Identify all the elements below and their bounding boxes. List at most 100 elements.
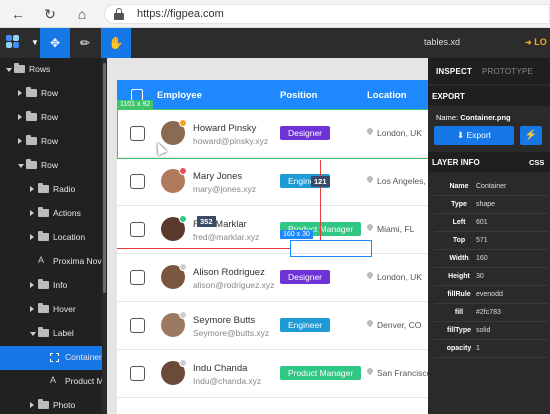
caret-down-icon[interactable] bbox=[30, 332, 36, 336]
layer-item-label[interactable]: Label bbox=[0, 322, 104, 346]
caret-right-icon[interactable] bbox=[18, 90, 22, 96]
property-value[interactable]: 571 bbox=[476, 237, 488, 244]
caret-down-icon[interactable] bbox=[6, 68, 12, 72]
property-row: Name Container bbox=[434, 178, 548, 196]
property-row: Type shape bbox=[434, 196, 548, 214]
location-pin-icon bbox=[367, 320, 373, 328]
employee-location: Los Angeles, CA bbox=[377, 176, 428, 186]
table-row[interactable]: Indu Chanda Indu@chanda.xyz Product Manage… bbox=[117, 350, 428, 398]
arrow-left-icon[interactable]: ← bbox=[8, 4, 28, 24]
position-badge: Product Manager bbox=[280, 366, 362, 380]
avatar bbox=[161, 167, 187, 193]
employee-email: alison@rodriguez.xyz bbox=[193, 280, 275, 290]
hand-tool-icon[interactable]: ✋ bbox=[101, 28, 131, 58]
home-icon[interactable]: ⌂ bbox=[72, 4, 92, 24]
layers-scrollbar[interactable] bbox=[103, 63, 106, 293]
table-row[interactable]: Fred Marklar fred@marklar.xyz Product Mana… bbox=[117, 206, 428, 254]
app-logo-icon[interactable] bbox=[6, 35, 20, 51]
property-value[interactable]: evenodd bbox=[476, 291, 503, 298]
layer-item-info[interactable]: Info bbox=[0, 274, 104, 298]
inspect-tool-icon[interactable]: ✥ bbox=[40, 28, 70, 58]
layer-label: Location bbox=[53, 232, 86, 242]
property-row: fillType solid bbox=[434, 322, 548, 340]
table-row[interactable]: Seymore Butts Seymore@butts.xyz Engineer De… bbox=[117, 302, 428, 350]
row-checkbox[interactable] bbox=[130, 174, 145, 189]
avatar bbox=[161, 359, 187, 385]
folder-icon bbox=[26, 159, 37, 169]
employee-name: Seymore Butts bbox=[193, 315, 256, 326]
row-checkbox[interactable] bbox=[130, 318, 145, 333]
container-size-label: 160 x 30 bbox=[280, 230, 313, 239]
row-checkbox[interactable] bbox=[130, 222, 145, 237]
caret-right-icon[interactable] bbox=[30, 402, 34, 408]
layer-label: Hover bbox=[53, 304, 76, 314]
layer-item-row[interactable]: Row bbox=[0, 82, 104, 106]
status-dot bbox=[179, 311, 187, 319]
caret-right-icon[interactable] bbox=[30, 282, 34, 288]
quick-export-button[interactable]: ⚡ bbox=[520, 126, 542, 145]
folder-icon bbox=[38, 207, 49, 217]
caret-down-icon[interactable] bbox=[18, 164, 24, 168]
login-button[interactable]: ➜ LO bbox=[525, 37, 547, 47]
layer-item-radio[interactable]: Radio bbox=[0, 178, 104, 202]
caret-right-icon[interactable] bbox=[30, 234, 34, 240]
layer-item-row[interactable]: Row bbox=[0, 106, 104, 130]
property-value[interactable]: Container bbox=[476, 183, 506, 190]
property-value[interactable]: solid bbox=[476, 327, 490, 334]
caret-right-icon[interactable] bbox=[18, 138, 22, 144]
property-key: Height bbox=[448, 273, 470, 280]
folder-icon bbox=[38, 183, 49, 193]
layer-item-location[interactable]: Location bbox=[0, 226, 104, 250]
header-location: Location bbox=[367, 90, 407, 101]
caret-right-icon[interactable] bbox=[30, 306, 34, 312]
eyedropper-icon[interactable]: ✏ bbox=[70, 28, 100, 58]
property-value[interactable]: 160 bbox=[476, 255, 488, 262]
layer-label: Radio bbox=[53, 184, 76, 194]
layer-item-rows[interactable]: Rows bbox=[0, 58, 104, 82]
property-value[interactable]: shape bbox=[476, 201, 495, 208]
layer-item-container[interactable]: Container bbox=[0, 346, 104, 370]
property-value[interactable]: 30 bbox=[476, 273, 484, 280]
employee-email: Indu@chanda.xyz bbox=[193, 376, 262, 386]
caret-right-icon[interactable] bbox=[18, 114, 22, 120]
table-row[interactable]: Mary Jones mary@jones.xyz Engineer Los Ange… bbox=[117, 158, 428, 206]
layer-item-row[interactable]: Row bbox=[0, 130, 104, 154]
lock-icon bbox=[114, 8, 124, 20]
property-row: Top 571 bbox=[434, 232, 548, 250]
inspect-panel: INSPECT PROTOTYPE EXPORT Name: Container… bbox=[428, 58, 550, 414]
row-checkbox[interactable] bbox=[130, 366, 145, 381]
property-value[interactable]: 601 bbox=[476, 219, 488, 226]
refresh-icon[interactable]: ↻ bbox=[40, 4, 60, 24]
layer-item-actions[interactable]: Actions bbox=[0, 202, 104, 226]
property-key: fillType bbox=[447, 327, 471, 334]
url-text: https://figpea.com bbox=[137, 8, 224, 20]
folder-icon bbox=[14, 63, 25, 73]
property-row: Width 160 bbox=[434, 250, 548, 268]
position-badge: Designer bbox=[280, 270, 331, 284]
position-badge: Engineer bbox=[280, 318, 331, 332]
layer-label: Container bbox=[65, 352, 102, 362]
text-layer-icon: A bbox=[38, 255, 45, 265]
property-value[interactable]: #2fc783 bbox=[476, 309, 501, 316]
css-toggle[interactable]: CSS bbox=[529, 158, 544, 167]
row-checkbox[interactable] bbox=[130, 270, 145, 285]
address-bar[interactable]: https://figpea.com bbox=[104, 4, 550, 24]
tab-inspect[interactable]: INSPECT bbox=[436, 67, 472, 76]
design-canvas[interactable]: Employee Position Location Howard Pinsky… bbox=[107, 58, 428, 414]
rectangle-icon bbox=[50, 353, 59, 362]
layer-item-proxima-nova[interactable]: A Proxima Nova bbox=[0, 250, 104, 274]
layer-item-product-manager[interactable]: A Product Manager bbox=[0, 370, 104, 394]
layer-item-photo[interactable]: Photo bbox=[0, 394, 104, 414]
caret-right-icon[interactable] bbox=[30, 210, 34, 216]
tab-prototype[interactable]: PROTOTYPE bbox=[482, 67, 533, 76]
location-pin-icon bbox=[367, 176, 373, 184]
employee-name: Mary Jones bbox=[193, 171, 243, 182]
layer-item-row[interactable]: Row bbox=[0, 154, 104, 178]
table-row[interactable]: Alison Rodriguez alison@rodriguez.xyz Desi… bbox=[117, 254, 428, 302]
location-pin-icon bbox=[367, 272, 373, 280]
layer-item-hover[interactable]: Hover bbox=[0, 298, 104, 322]
caret-right-icon[interactable] bbox=[30, 186, 34, 192]
folder-icon bbox=[26, 111, 37, 121]
property-value[interactable]: 1 bbox=[476, 345, 480, 352]
export-button[interactable]: ⬇ Export bbox=[434, 126, 514, 145]
